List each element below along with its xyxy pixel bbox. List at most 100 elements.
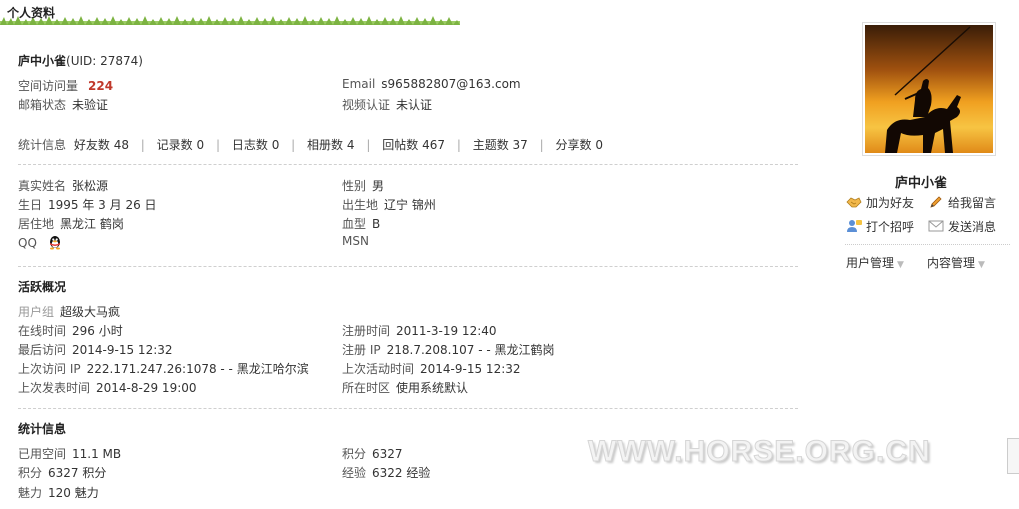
realname-label: 真实姓名 [18, 179, 67, 193]
reg-time-value: 2011-3-19 12:40 [396, 324, 497, 338]
chevron-down-icon: ▼ [897, 260, 904, 270]
user-manage-menu[interactable]: 用户管理 ▼ [846, 254, 904, 271]
blood-value: B [372, 217, 381, 231]
gender-value: 男 [372, 179, 385, 193]
group-label: 用户组 [18, 305, 55, 319]
statistics-title-row: 统计信息 [18, 420, 66, 437]
birthplace-row: 出生地 辽宁 锦州 [342, 196, 436, 213]
online-label: 在线时间 [18, 324, 67, 338]
points2-label: 积分 [18, 466, 43, 480]
last-visit-label: 最后访问 [18, 343, 67, 357]
last-active-label: 上次活动时间 [342, 362, 415, 376]
last-post-label: 上次发表时间 [18, 381, 91, 395]
stats-line: 统计信息 好友数 48 | 记录数 0 | 日志数 0 | 相册数 4 | 回帖… [18, 138, 603, 152]
charm-row: 魅力 120 魅力 [18, 484, 99, 501]
last-active-value: 2014-9-15 12:32 [420, 362, 521, 376]
mail-status-value: 未验证 [72, 98, 109, 112]
birthday-value: 1995 年 3 月 26 日 [48, 198, 157, 212]
points-label: 积分 [342, 447, 367, 461]
reg-ip-row: 注册 IP 218.7.208.107 - - 黑龙江鹤岗 [342, 341, 555, 358]
stat-shares[interactable]: 分享数 0 [556, 138, 603, 152]
gender-row: 性别男 [342, 177, 384, 194]
group-row: 用户组 超级大马疯 [18, 303, 120, 320]
scrollbar[interactable] [1007, 438, 1019, 474]
space-label: 已用空间 [18, 447, 67, 461]
blood-row: 血型 B [342, 215, 380, 232]
add-friend-button[interactable]: 加为好友 [846, 194, 914, 211]
divider [18, 408, 798, 409]
gender-label: 性别 [342, 179, 367, 193]
content-manage-menu[interactable]: 内容管理 ▼ [927, 254, 985, 271]
reg-ip-label: 注册 IP [342, 343, 381, 357]
last-ip-value: 222.171.247.26:1078 - - 黑龙江哈尔滨 [86, 362, 309, 376]
greet-user-icon [847, 220, 862, 232]
reg-time-row: 注册时间 2011-3-19 12:40 [342, 322, 497, 339]
online-row: 在线时间 296 小时 [18, 322, 123, 339]
stats-prefix: 统计信息 [18, 138, 67, 152]
online-value: 296 小时 [72, 324, 123, 338]
blood-label: 血型 [342, 217, 367, 231]
qq-row: QQ [18, 234, 63, 250]
timezone-value: 使用系统默认 [396, 381, 469, 395]
stat-threads[interactable]: 主题数 37 [473, 138, 528, 152]
space-row: 已用空间 11.1 MB [18, 445, 121, 462]
qq-penguin-icon[interactable] [47, 234, 63, 250]
profile-name: 庐中小雀 [18, 54, 67, 68]
last-visit-value: 2014-9-15 12:32 [72, 343, 173, 357]
residence-label: 居住地 [18, 217, 55, 231]
send-message-button[interactable]: 发送消息 [928, 218, 996, 235]
visits-label: 空间访问量 [18, 79, 79, 93]
stat-records[interactable]: 记录数 0 [157, 138, 204, 152]
last-post-row: 上次发表时间 2014-8-29 19:00 [18, 379, 197, 396]
residence-row: 居住地 黑龙江 鹤岗 [18, 215, 124, 232]
stat-friends[interactable]: 好友数 48 [74, 138, 129, 152]
msn-label: MSN [342, 234, 369, 248]
birthday-row: 生日 1995 年 3 月 26 日 [18, 196, 157, 213]
stat-albums[interactable]: 相册数 4 [307, 138, 354, 152]
reg-ip-value: 218.7.208.107 - - 黑龙江鹤岗 [386, 343, 555, 357]
exp-value: 6322 经验 [372, 466, 431, 480]
avatar[interactable] [862, 22, 996, 156]
points-value: 6327 [372, 447, 403, 461]
birthday-label: 生日 [18, 198, 43, 212]
grass-decoration [0, 16, 460, 25]
qq-label: QQ [18, 236, 37, 250]
email-label: Email [342, 77, 376, 91]
profile-uid: (UID: 27874) [66, 54, 143, 68]
activity-title-row: 活跃概况 [18, 278, 66, 295]
mail-status-label: 邮箱状态 [18, 98, 67, 112]
stat-blogs[interactable]: 日志数 0 [232, 138, 279, 152]
points2-row: 积分 6327 积分 [18, 464, 106, 481]
section-title: 个人资料 [7, 6, 56, 20]
avatar-image [865, 25, 993, 153]
exp-row: 经验 6322 经验 [342, 464, 430, 481]
points2-value: 6327 积分 [48, 466, 107, 480]
timezone-row: 所在时区 使用系统默认 [342, 379, 468, 396]
greet-button[interactable]: 打个招呼 [846, 218, 914, 235]
birthplace-label: 出生地 [342, 198, 379, 212]
residence-value: 黑龙江 鹤岗 [60, 217, 124, 231]
sidebar-username[interactable]: 庐中小雀 [895, 172, 947, 191]
chevron-down-icon: ▼ [978, 260, 985, 270]
last-visit-row: 最后访问 2014-9-15 12:32 [18, 341, 173, 358]
last-ip-label: 上次访问 IP [18, 362, 81, 376]
msn-row: MSN [342, 234, 369, 248]
statistics-title: 统计信息 [18, 422, 67, 436]
charm-value: 120 魅力 [48, 486, 99, 500]
stat-replies[interactable]: 回帖数 467 [382, 138, 445, 152]
reg-time-label: 注册时间 [342, 324, 391, 338]
profile-name-row: 庐中小雀(UID: 27874) [18, 52, 143, 69]
group-value[interactable]: 超级大马疯 [60, 305, 120, 319]
divider [18, 164, 798, 165]
realname-row: 真实姓名 张松源 [18, 177, 108, 194]
watermark: WWW.HORSE.ORG.CN [588, 435, 931, 469]
sidebar-divider [845, 244, 1010, 245]
video-value: 未认证 [396, 98, 433, 112]
charm-label: 魅力 [18, 486, 43, 500]
space-value: 11.1 MB [72, 447, 122, 461]
birthplace-value: 辽宁 锦州 [384, 198, 436, 212]
leave-message-button[interactable]: 给我留言 [928, 194, 996, 211]
points-row: 积分 6327 [342, 445, 403, 462]
exp-label: 经验 [342, 466, 367, 480]
email-row: Email s965882807@163.com [342, 77, 521, 91]
